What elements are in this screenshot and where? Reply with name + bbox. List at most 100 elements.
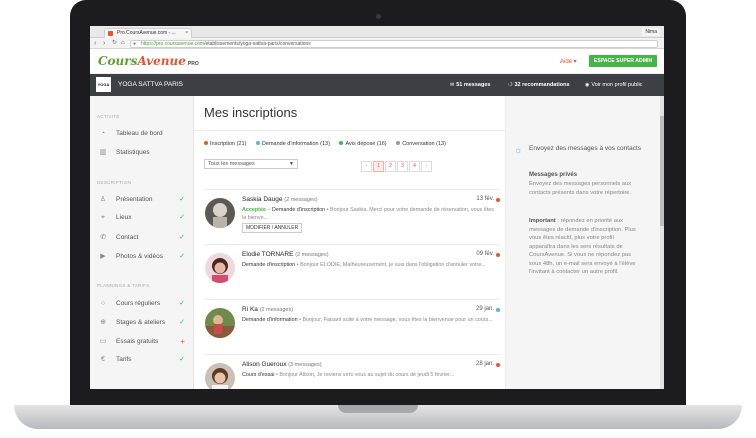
filter-demande-information[interactable]: Demande d'information (13) bbox=[255, 141, 330, 147]
sender-name: Alison Gueroux bbox=[242, 361, 287, 368]
message-filter-select[interactable]: Tous les messages ▼ bbox=[204, 159, 298, 169]
url-field[interactable]: ● https://pro.coursavenue.com/etablissem… bbox=[130, 39, 658, 48]
status-dot-icon bbox=[496, 363, 500, 367]
page-1[interactable]: 1 bbox=[373, 161, 384, 172]
sidebar-item-presentation[interactable]: ♙ Présentation ✓ bbox=[98, 194, 188, 206]
close-icon[interactable]: × bbox=[185, 29, 188, 38]
mail-icon: ✉ bbox=[450, 82, 455, 88]
scrollbar-thumb[interactable] bbox=[660, 116, 664, 226]
message-sender: Elodie TORNARE (2 messages) bbox=[242, 251, 329, 258]
sender-name: Saskia Dauge bbox=[242, 196, 283, 203]
circle-icon: ○ bbox=[100, 300, 106, 307]
sidebar-item-lieux[interactable]: ⌖ Lieux ✓ bbox=[98, 212, 188, 224]
lightbulb-icon: ☼ bbox=[514, 145, 523, 155]
sidebar-item-photos-videos[interactable]: ▶ Photos & vidéos ✓ bbox=[98, 251, 188, 263]
browser-tab[interactable]: Pro.CoursAvenue.com - ... × bbox=[104, 28, 192, 38]
message-row[interactable]: Saskia Dauge (2 messages) 13 fév. Accept… bbox=[204, 189, 500, 244]
espace-super-admin-button[interactable]: ESPACE SUPER ADMIN bbox=[589, 55, 657, 67]
filter-avis-depose[interactable]: Avis déposé (16) bbox=[339, 141, 387, 147]
avatar bbox=[205, 363, 235, 389]
filter-inscription[interactable]: Inscription (21) bbox=[204, 141, 246, 147]
scrollbar[interactable] bbox=[660, 96, 664, 389]
panel-text-messages-prives: Envoyez des messages personnels aux cont… bbox=[529, 181, 632, 196]
page-4[interactable]: 4 bbox=[409, 161, 420, 172]
coursavenue-logo[interactable]: CoursAvenue PRO bbox=[98, 54, 199, 68]
message-row[interactable]: Alison Gueroux (3 messages) 28 jan. Cour… bbox=[204, 354, 500, 389]
status-dot-icon bbox=[496, 308, 500, 312]
message-excerpt: Bonjour ELODIE, Malheureusement, je suis… bbox=[300, 262, 486, 268]
sidebar-item-label: Tarifs bbox=[116, 356, 132, 363]
message-sender: Ri Ka (2 messages) bbox=[242, 306, 293, 313]
message-date: 29 jan. bbox=[475, 306, 494, 312]
check-icon: ✓ bbox=[179, 253, 185, 260]
check-icon: ✓ bbox=[179, 234, 185, 241]
logo-pro: PRO bbox=[187, 61, 199, 67]
check-icon: ✓ bbox=[179, 300, 185, 307]
recommandations-count: 32 recommandations bbox=[514, 82, 570, 88]
play-icon: ▶ bbox=[100, 253, 106, 260]
message-row[interactable]: Ri Ka (2 messages) 29 jan. Demande d'inf… bbox=[204, 299, 500, 354]
page-prev[interactable]: ‹ bbox=[361, 161, 372, 172]
message-type: Demande d'inscription bbox=[271, 207, 326, 213]
aide-menu[interactable]: Aide ▾ bbox=[560, 58, 577, 65]
status-dot-icon bbox=[496, 198, 500, 202]
sidebar-item-essais-gratuits[interactable]: ▭ Essais gratuits + bbox=[98, 336, 188, 348]
messages-count: 51 messages bbox=[456, 82, 491, 88]
sidebar-item-tarifs[interactable]: € Tarifs ✓ bbox=[98, 354, 188, 366]
filter-label: Conversation (13) bbox=[402, 141, 446, 147]
sidebar-item-tableau-de-bord[interactable]: ◔ Tableau de bord bbox=[98, 128, 188, 140]
status-dot-icon bbox=[339, 141, 344, 145]
studio-logo[interactable]: YOGA bbox=[96, 77, 111, 92]
message-preview: Demande d'information • Bonjour, Faisant… bbox=[242, 317, 493, 323]
browser-addressbar: ‹ › ↻ ⌂ ● https://pro.coursavenue.com/et… bbox=[90, 38, 664, 49]
sidebar-item-cours-reguliers[interactable]: ○ Cours réguliers ✓ bbox=[98, 298, 188, 310]
eye-icon: ◉ bbox=[585, 82, 590, 88]
forward-icon[interactable]: › bbox=[103, 39, 105, 48]
page-3[interactable]: 3 bbox=[397, 161, 408, 172]
sidebar-item-stages-ateliers[interactable]: ⊕ Stages & ateliers ✓ bbox=[98, 317, 188, 329]
app-header: CoursAvenue PRO Aide ▾ ESPACE SUPER ADMIN bbox=[90, 49, 664, 74]
messages-link[interactable]: ✉ 51 messages bbox=[450, 82, 490, 88]
reload-icon[interactable]: ↻ bbox=[112, 39, 117, 48]
message-row[interactable]: Elodie TORNARE (2 messages) 09 fév. Dema… bbox=[204, 244, 500, 299]
panel-heading-important: Important bbox=[529, 218, 556, 224]
message-excerpt: Bonjour, Faisant suite à votre message, … bbox=[302, 317, 493, 323]
check-icon: ✓ bbox=[179, 319, 185, 326]
recommandations-link[interactable]: ❍ 32 recommandations bbox=[508, 82, 570, 88]
message-count: (2 messages) bbox=[259, 307, 294, 313]
browser-user[interactable]: Nima bbox=[642, 28, 660, 36]
sender-name: Ri Ka bbox=[242, 306, 258, 313]
status-dot-icon bbox=[396, 141, 401, 145]
message-count: (2 messages) bbox=[295, 252, 329, 258]
message-count: (2 messages) bbox=[284, 197, 318, 203]
message-preview: Acceptée – Demande d'inscription • Bonjo… bbox=[242, 207, 494, 221]
page-next[interactable]: › bbox=[421, 161, 432, 172]
message-preview: Demande d'inscription • Bonjour ELODIE, … bbox=[242, 262, 486, 268]
dashboard-icon: ◔ bbox=[100, 130, 106, 137]
check-icon: ✓ bbox=[179, 196, 185, 203]
avatar bbox=[205, 253, 235, 283]
message-date: 13 fév. bbox=[476, 196, 494, 202]
main-area: ACTIVITÉ ◔ Tableau de bord ▥ Statistique… bbox=[90, 96, 664, 389]
back-icon[interactable]: ‹ bbox=[94, 39, 96, 48]
home-icon[interactable]: ⌂ bbox=[121, 39, 125, 48]
sidebar-item-statistiques[interactable]: ▥ Statistiques bbox=[98, 147, 188, 159]
public-profile-link[interactable]: ◉ Voir mon profil public bbox=[585, 82, 642, 88]
user-icon: ♙ bbox=[99, 196, 107, 203]
filter-label: Inscription (21) bbox=[210, 141, 247, 147]
studio-name: YOGA SATTVA PARIS bbox=[118, 81, 184, 88]
section-planning: PLANNINGS & TARIFS bbox=[97, 283, 150, 288]
filter-conversation[interactable]: Conversation (13) bbox=[396, 141, 446, 147]
url-host: https://pro.coursavenue.com bbox=[141, 40, 205, 47]
panel-title: Envoyez des messages à vos contacts bbox=[529, 145, 642, 152]
modifier-annuler-button[interactable]: MODIFIER / ANNULER bbox=[242, 223, 303, 233]
page-2[interactable]: 2 bbox=[385, 161, 396, 172]
sidebar-item-contact[interactable]: ✆ Contact ✓ bbox=[98, 232, 188, 244]
ticket-icon: ▭ bbox=[99, 338, 107, 345]
browser-tabbar: Pro.CoursAvenue.com - ... × Nima bbox=[90, 26, 664, 38]
logo-accent: Avenue bbox=[137, 54, 186, 68]
select-value: Tous les messages bbox=[208, 161, 255, 167]
message-date: 28 jan. bbox=[475, 361, 494, 367]
sidebar-item-label: Statistiques bbox=[116, 149, 150, 156]
sidebar-item-label: Photos & vidéos bbox=[116, 253, 163, 260]
